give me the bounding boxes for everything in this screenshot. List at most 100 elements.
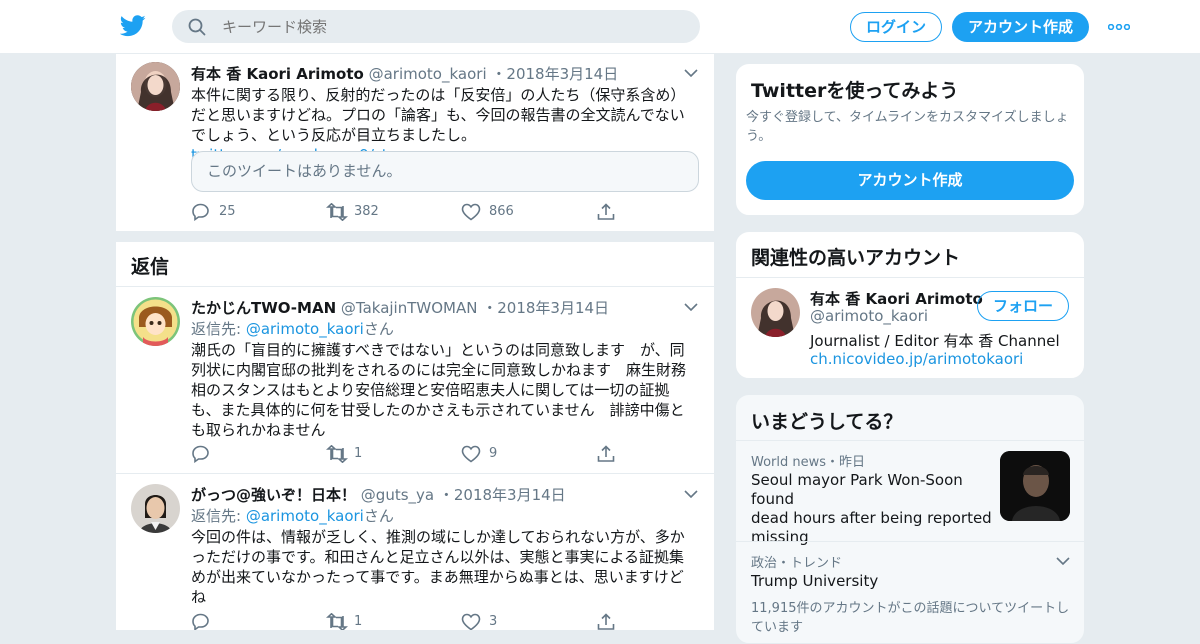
tweet-date[interactable]: ・2018年3月14日 (491, 65, 618, 83)
heart-icon (461, 613, 481, 630)
retweet-count: 382 (354, 204, 379, 219)
account-link[interactable]: ch.nicovideo.jp/arimotokaori (810, 350, 1023, 368)
like-action[interactable]: 9 (461, 444, 541, 464)
tweet-actions: 25 382 866 (191, 202, 631, 222)
account-name[interactable]: 有本 香 Kaori Arimoto (810, 288, 983, 309)
like-action[interactable]: 866 (461, 202, 541, 222)
share-action[interactable] (596, 612, 620, 630)
account-handle[interactable]: @arimoto_kaori (810, 307, 928, 325)
reply-to-handle[interactable]: @arimoto_kaori (246, 320, 364, 338)
author-handle[interactable]: @arimoto_kaori (369, 65, 487, 83)
card-subtitle: 今すぐ登録して、タイムラインをカスタマイズしましょ う。 (746, 108, 1076, 146)
reply-to-handle[interactable]: @arimoto_kaori (246, 507, 364, 525)
retweet-action[interactable]: 1 (326, 444, 406, 464)
tweet-actions: 1 9 (191, 444, 631, 464)
trend-count-line: ています (751, 620, 804, 635)
author-handle[interactable]: @guts_ya (361, 486, 434, 504)
reply-icon (192, 613, 209, 630)
trends-card: いまどうしてる？ World news・昨日 Seoul mayor Park … (735, 394, 1085, 644)
replies-heading: 返信 (131, 256, 170, 278)
retweet-action[interactable]: 1 (326, 612, 406, 630)
tweet-text-line: 本件に関する限り、反射的だったのは「反安倍」の人たち（保守系含め） (191, 86, 686, 104)
tweet-text-line: 相のスタンスはもとより安倍総理と安倍昭恵夫人に関しては一切の証拠 (191, 381, 670, 399)
tweet-text-line: 潮氏の「盲目的に擁護すべきではない」というのは同意致します が、同 (191, 341, 685, 359)
login-button[interactable]: ログイン (850, 12, 942, 42)
tweet-text: 潮氏の「盲目的に擁護すべきではない」というのは同意致します が、同 列状に内閣官… (191, 340, 691, 440)
tweet-text-line: も、また具体的に何を甘受したのかさえも示されていません 誹謗中傷と (191, 401, 685, 419)
quoted-tweet-unavailable: このツイートはありません。 (191, 151, 699, 192)
share-icon (597, 613, 615, 630)
reply-icon (192, 445, 209, 463)
reply-count: 25 (219, 204, 236, 219)
trend-count-line: 11,915件のアカウントがこの話題についてツイートし (751, 601, 1070, 616)
reply-tweet[interactable]: がっつ@強いぞ！日本！ @guts_ya ・2018年3月14日 返信先: @a… (116, 474, 714, 630)
tweet-text: 今回の件は、情報が乏しく、推測の域にしか達しておられない方が、多か っただけの事… (191, 527, 691, 607)
top-navigation-bar: ログイン アカウント作成 (0, 0, 1200, 54)
tweet-date[interactable]: ・2018年3月14日 (439, 486, 566, 504)
search-input[interactable] (222, 10, 682, 43)
reply-icon (192, 203, 209, 221)
avatar[interactable] (131, 297, 180, 346)
more-options-icon[interactable] (1108, 24, 1130, 30)
share-icon (597, 203, 615, 220)
chevron-down-icon[interactable] (1056, 557, 1070, 565)
card-title: いまどうしてる？ (751, 411, 903, 433)
tweet-text-line: だと思いますけどね。プロの「論客」も、今回の報告書の全文読んでない (191, 106, 685, 124)
reply-action[interactable] (191, 612, 261, 630)
card-title: Twitterを使ってみよう (751, 80, 959, 102)
tweet-header: がっつ@強いぞ！日本！ @guts_ya ・2018年3月14日 (191, 484, 566, 505)
trend-item[interactable]: 政治・トレンド Trump University 11,915件のアカウントがこ… (736, 542, 1084, 642)
author-name[interactable]: たかじんTWO-MAN (191, 299, 336, 317)
avatar[interactable] (131, 484, 180, 533)
card-title: 関連性の高いアカウント (751, 247, 961, 269)
avatar-image (131, 62, 180, 111)
twitter-bird-logo[interactable] (120, 14, 146, 38)
trend-headline: Seoul mayor Park Won-Soon found dead hou… (751, 471, 996, 547)
tweet-header: たかじんTWO-MAN @TakajinTWOMAN ・2018年3月14日 (191, 297, 609, 318)
trend-headline-line: Seoul mayor Park Won-Soon found (751, 471, 963, 508)
tweet-header: 有本 香 Kaori Arimoto @arimoto_kaori ・2018年… (191, 63, 618, 84)
author-name[interactable]: がっつ@強いぞ！日本！ (191, 486, 356, 504)
tweet-text-line: めが出来ていなかったって事です。まあ無理からぬ事とは、思いますけど (191, 568, 684, 586)
tweet-date[interactable]: ・2018年3月14日 (482, 299, 609, 317)
share-action[interactable] (596, 202, 620, 222)
retweet-count: 1 (354, 446, 363, 461)
avatar[interactable] (751, 288, 800, 337)
tweet-text-line: も取られかねません (191, 421, 326, 439)
retweet-action[interactable]: 382 (326, 202, 406, 222)
reply-prefix: 返信先: (191, 507, 246, 525)
reply-action[interactable] (191, 444, 261, 464)
reply-action[interactable]: 25 (191, 202, 261, 222)
like-count: 866 (489, 204, 514, 219)
reply-tweet[interactable]: たかじんTWO-MAN @TakajinTWOMAN ・2018年3月14日 返… (116, 287, 714, 474)
timeline-column: 有本 香 Kaori Arimoto @arimoto_kaori ・2018年… (115, 54, 715, 630)
reply-suffix: さん (363, 507, 394, 525)
account-bio: Journalist / Editor 有本 香 Channel (810, 332, 1060, 350)
chevron-down-icon[interactable] (684, 490, 698, 498)
like-count: 3 (489, 614, 498, 629)
news-image (1000, 451, 1070, 521)
author-name[interactable]: 有本 香 Kaori Arimoto (191, 65, 364, 83)
retweet-icon (326, 613, 348, 630)
share-icon (597, 445, 615, 462)
search-box[interactable] (172, 10, 700, 43)
chevron-down-icon[interactable] (684, 303, 698, 311)
avatar-image (131, 297, 180, 346)
author-handle[interactable]: @TakajinTWOMAN (341, 299, 478, 317)
tweet-text-line: 列状に内閣官邸の批判をされるのには完全に同意致しかねます 麻生財務 (191, 361, 687, 379)
tweet-text-line: ね (191, 588, 207, 606)
main-tweet[interactable]: 有本 香 Kaori Arimoto @arimoto_kaori ・2018年… (116, 54, 714, 232)
tweet-text-line: 今回の件は、情報が乏しく、推測の域にしか達しておられない方が、多か (191, 528, 685, 546)
like-action[interactable]: 3 (461, 612, 541, 630)
chevron-down-icon[interactable] (684, 69, 698, 77)
follow-button[interactable]: フォロー (977, 291, 1069, 321)
share-action[interactable] (596, 444, 620, 464)
reply-context: 返信先: @arimoto_kaoriさん (191, 505, 394, 526)
avatar[interactable] (131, 62, 180, 111)
signup-button[interactable]: アカウント作成 (746, 161, 1074, 200)
signup-button[interactable]: アカウント作成 (952, 12, 1089, 42)
trend-meta: World news・昨日 (751, 455, 866, 470)
trend-item[interactable]: World news・昨日 Seoul mayor Park Won-Soon … (736, 441, 1084, 546)
avatar-image (131, 484, 180, 533)
retweet-count: 1 (354, 614, 363, 629)
